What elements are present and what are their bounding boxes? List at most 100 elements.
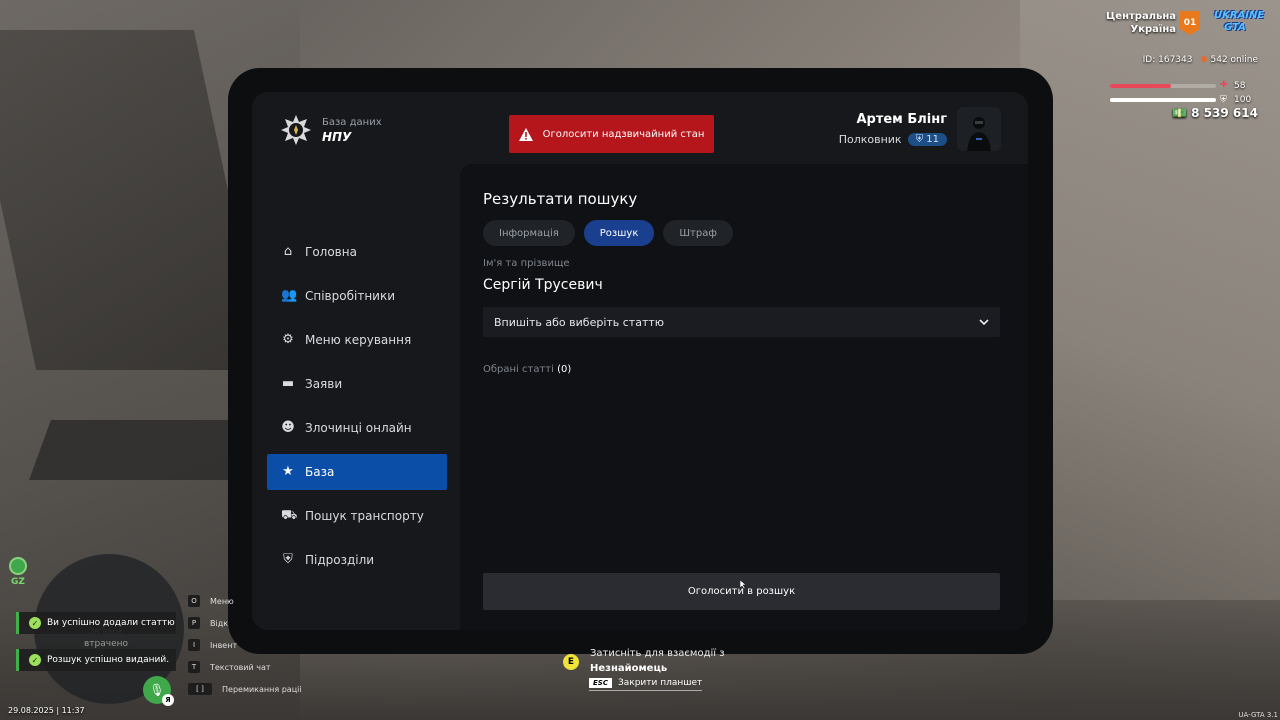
money-icon: 💵 xyxy=(1172,106,1187,120)
sidebar-item-label: Співробітники xyxy=(305,289,396,303)
mic-badge: Я xyxy=(162,694,174,706)
sidebar-item-label: Заяви xyxy=(305,377,343,391)
folder-icon: ▬ xyxy=(281,376,295,391)
hud-player-info: ID: 167343 542 online xyxy=(1143,55,1258,65)
mouse-cursor-icon xyxy=(740,580,746,589)
name-field-label: Ім'я та прізвище xyxy=(483,258,570,269)
key-label: [ ] xyxy=(188,683,212,695)
key-hint-label: Текстовий чат xyxy=(210,662,271,672)
tab-fine[interactable]: Штраф xyxy=(663,220,733,246)
online-dot-icon xyxy=(1200,56,1207,62)
notification: ✓ Ви успішно додали статтю xyxy=(16,612,176,634)
notification-text: Розшук успішно виданий. xyxy=(47,655,170,665)
result-tabs: Інформація Розшук Штраф xyxy=(483,220,733,246)
hud-region-line1: Центральна xyxy=(1106,11,1176,22)
hud-region-line2: Україна xyxy=(1130,24,1177,35)
notification: ✓ Розшук успішно виданий. xyxy=(16,649,176,671)
sidebar-item-criminals-online[interactable]: ☻ Злочинці онлайн xyxy=(267,410,447,446)
sidebar-item-label: Злочинці онлайн xyxy=(305,421,412,435)
gear-icon: ⚙ xyxy=(282,332,294,347)
sidebar-nav: ⌂ Головна 👥 Співробітники ⚙ Меню керуван… xyxy=(267,234,447,586)
npu-logo: База даних НПУ xyxy=(280,114,382,146)
check-icon: ✓ xyxy=(29,617,41,629)
profile-rank: Полковник ⛨ 11 xyxy=(839,133,947,146)
home-icon: ⌂ xyxy=(283,244,293,259)
key-hint-label: Перемикання раціі xyxy=(222,684,302,694)
logo-subtitle: База даних xyxy=(322,116,382,128)
article-select-placeholder: Впишіть або виберіть статтю xyxy=(494,315,665,329)
sidebar-item-vehicle-search[interactable]: ⛟ Пошук транспорту xyxy=(267,498,447,534)
key-label: P xyxy=(188,617,200,629)
key-hint: [ ] Перемикання раціі xyxy=(188,678,302,700)
health-value: 58 xyxy=(1234,81,1246,91)
server-logo: UKRAINE GTA xyxy=(1214,10,1265,38)
declare-emergency-label: Оголосити надзвичайний стан xyxy=(542,128,705,140)
declare-emergency-button[interactable]: Оголосити надзвичайний стан xyxy=(509,115,714,153)
armor-icon: ⛨ xyxy=(1220,95,1227,105)
sidebar-item-divisions[interactable]: ⛨ Підрозділи xyxy=(267,542,447,578)
selected-articles-text: Обрані статті xyxy=(483,364,554,375)
online-count: 542 online xyxy=(1200,55,1258,65)
chevron-down-icon xyxy=(979,318,989,325)
version-label: UA-GTA 3.1 xyxy=(1238,711,1278,719)
key-hint: T Текстовий чат xyxy=(188,656,302,678)
avatar-image xyxy=(957,107,1001,151)
datetime: 29.08.2025 | 11:37 xyxy=(8,706,85,715)
money-display: 💵 8 539 614 xyxy=(1172,106,1258,120)
health-bar-fill xyxy=(1110,84,1172,88)
key-hint-label: Інвент xyxy=(210,640,238,650)
armor-value: 100 xyxy=(1234,95,1252,105)
key-hint: O Меню xyxy=(188,590,302,612)
profile-name: Артем Блінг xyxy=(856,112,947,127)
rank-level-badge: ⛨ 11 xyxy=(907,133,947,146)
key-hint-label: Відк xyxy=(210,618,229,628)
selected-articles-count: (0) xyxy=(557,364,572,375)
money-amount: 8 539 614 xyxy=(1191,106,1258,120)
warning-icon xyxy=(518,127,533,141)
notification-text: Ви успішно додали статтю xyxy=(47,618,175,628)
key-label: O xyxy=(188,595,200,607)
close-tablet-hint: ESC Закрити планшет xyxy=(589,678,703,691)
sidebar-item-database[interactable]: ★ База xyxy=(267,454,447,490)
interact-key: E xyxy=(563,654,579,670)
key-hint: P Відк xyxy=(188,612,302,634)
server-logo-line1: UKRAINE xyxy=(1214,10,1265,21)
check-icon: ✓ xyxy=(29,654,41,666)
zone-indicator: GZ xyxy=(8,557,28,587)
article-select[interactable]: Впишіть або виберіть статтю xyxy=(483,307,1000,337)
sidebar-item-label: Підрозділи xyxy=(305,553,375,567)
key-hint: I Інвент xyxy=(188,634,302,656)
sidebar-item-applications[interactable]: ▬ Заяви xyxy=(267,366,447,402)
close-tablet-label: Закрити планшет xyxy=(617,678,703,688)
sidebar-item-staff[interactable]: 👥 Співробітники xyxy=(267,278,447,314)
tab-wanted[interactable]: Розшук xyxy=(583,220,655,246)
sidebar-item-label: Головна xyxy=(305,245,357,259)
key-hints: O Меню P Відк I Інвент T Текстовий чат [ ] Пе… xyxy=(188,590,302,700)
user-profile: Артем Блінг Полковник ⛨ 11 xyxy=(839,107,1001,151)
health-icon: ✚ xyxy=(1220,80,1228,90)
player-id: ID: 167343 xyxy=(1142,55,1193,65)
key-label: T xyxy=(188,661,200,673)
green-zone-icon xyxy=(9,557,27,575)
tablet-screen: База даних НПУ ⌂ Головна 👥 Співробітники… xyxy=(252,92,1028,630)
sidebar-item-control-menu[interactable]: ⚙ Меню керування xyxy=(267,322,447,358)
sidebar-item-label: База xyxy=(305,465,335,479)
esc-key: ESC xyxy=(589,678,612,688)
interact-text: Затисніть для взаємодії з xyxy=(590,648,725,659)
armor-bar xyxy=(1110,98,1216,102)
zone-label: GZ xyxy=(11,577,25,587)
server-logo-line2: GTA xyxy=(1224,22,1246,33)
mask-icon: ☻ xyxy=(281,420,295,435)
key-hint-label: Меню xyxy=(210,596,234,606)
tab-information[interactable]: Інформація xyxy=(483,220,575,246)
hud-region: Центральна Україна xyxy=(1106,10,1176,36)
sidebar-item-home[interactable]: ⌂ Головна xyxy=(267,234,447,270)
shield-icon: ⛨ xyxy=(283,552,293,567)
sidebar: База даних НПУ ⌂ Головна 👥 Співробітники… xyxy=(252,92,460,630)
key-label: I xyxy=(188,639,200,651)
health-bar xyxy=(1110,84,1216,88)
selected-articles-label: Обрані статті (0) xyxy=(483,364,571,375)
declare-wanted-button[interactable]: Оголосити в розшук xyxy=(483,573,1000,610)
interact-target: Незнайомець xyxy=(590,663,668,674)
armor-bar-fill xyxy=(1110,98,1216,102)
